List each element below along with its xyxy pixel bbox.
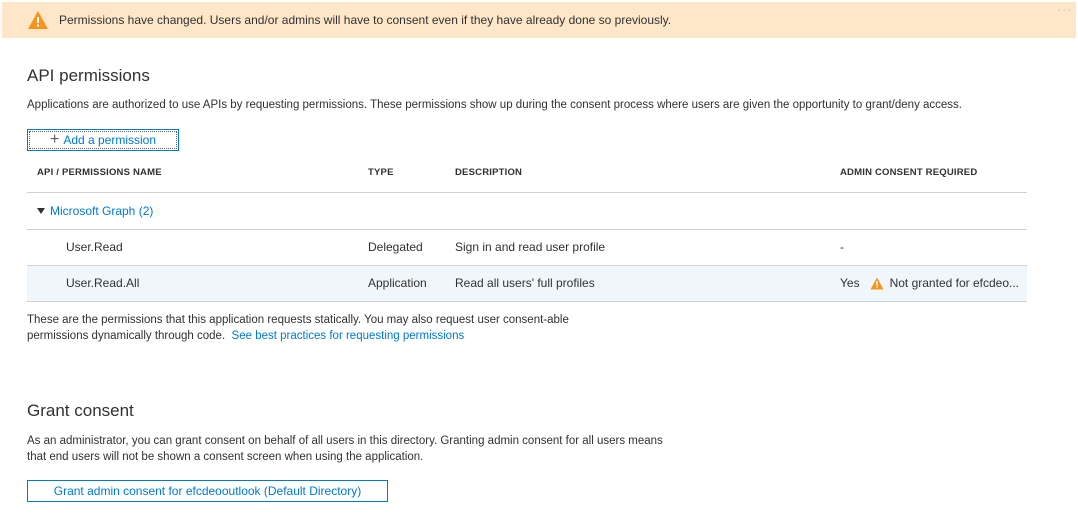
permission-description: Read all users' full profiles [455, 276, 595, 290]
more-icon[interactable]: ... [1057, 0, 1072, 14]
consent-status: Not granted for efcdeo... [889, 276, 1019, 290]
admin-consent-value: Yes [840, 276, 860, 290]
grant-consent-description: As an administrator, you can grant conse… [27, 433, 663, 465]
table-row[interactable]: User.Read.All Application Read all users… [27, 266, 1027, 302]
static-permissions-note: These are the permissions that this appl… [27, 312, 569, 344]
grant-description-line2: that end users will not be shown a conse… [27, 451, 424, 463]
footnote-line2: permissions dynamically through code. [27, 330, 226, 342]
table-row[interactable]: User.Read Delegated Sign in and read use… [27, 230, 1027, 266]
column-header-admin-consent[interactable]: ADMIN CONSENT REQUIRED [840, 158, 977, 192]
permission-type: Delegated [368, 240, 423, 254]
column-header-name[interactable]: API / PERMISSIONS NAME [37, 158, 162, 192]
column-header-type[interactable]: TYPE [368, 158, 394, 192]
warning-icon [28, 11, 48, 29]
warning-banner: Permissions have changed. Users and/or a… [2, 0, 1076, 38]
permission-description: Sign in and read user profile [455, 240, 606, 254]
group-label[interactable]: Microsoft Graph (2) [50, 194, 153, 229]
grant-admin-consent-button[interactable]: Grant admin consent for efcdeooutlook (D… [27, 480, 388, 502]
permission-type: Application [368, 276, 427, 290]
api-permissions-description: Applications are authorized to use APIs … [27, 99, 962, 111]
group-row-microsoft-graph[interactable]: Microsoft Graph (2) [27, 194, 1027, 230]
footnote-line2-wrapper: permissions dynamically through code. Se… [27, 328, 569, 344]
admin-consent-value: - [840, 240, 844, 254]
best-practices-link[interactable]: See best practices for requesting permis… [232, 330, 465, 342]
column-header-description[interactable]: DESCRIPTION [455, 158, 522, 192]
plus-icon: + [49, 131, 60, 148]
add-permission-button[interactable]: + Add a permission [27, 129, 179, 151]
grant-description-line1: As an administrator, you can grant conse… [27, 435, 663, 447]
api-permissions-title: API permissions [27, 66, 150, 85]
permission-name-link[interactable]: User.Read.All [66, 266, 139, 301]
grant-consent-title: Grant consent [27, 401, 134, 420]
caret-down-icon[interactable] [37, 208, 45, 214]
footnote-line1: These are the permissions that this appl… [27, 314, 569, 326]
header-divider [27, 192, 1027, 193]
permission-name-link[interactable]: User.Read [66, 230, 123, 265]
warning-icon [870, 277, 884, 290]
banner-message: Permissions have changed. Users and/or a… [59, 13, 672, 27]
add-permission-label: Add a permission [63, 133, 157, 147]
admin-consent-cell: Yes Not granted for efcdeo... [840, 266, 1019, 301]
